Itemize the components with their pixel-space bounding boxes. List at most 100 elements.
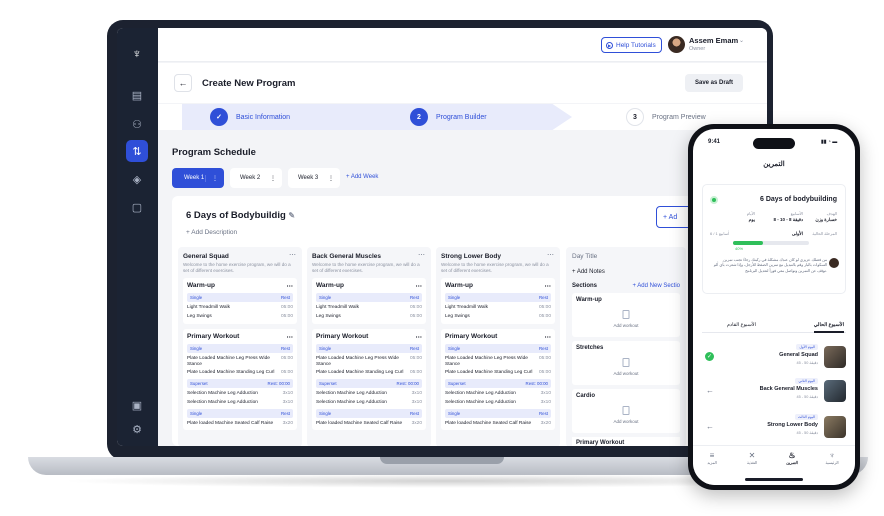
tab-week-2[interactable]: Week 2 ⋮ — [230, 168, 282, 188]
save-draft-button[interactable]: Save as Draft — [685, 74, 743, 92]
set-type-bar[interactable]: Single Rest — [316, 293, 422, 303]
exercise-row[interactable]: Plate loaded Machine Seated Calf Raise 3x… — [445, 421, 551, 427]
exercise-row[interactable]: Plate Loaded Machine Standing Leg Curl 05… — [187, 370, 293, 376]
exercise-row[interactable]: Light Treadmill Walk 05:00 — [187, 305, 293, 311]
clients-icon[interactable]: ⚇ — [126, 113, 148, 135]
superset-bar[interactable]: Superset Rest: 00:00 — [445, 379, 551, 389]
nav-more[interactable]: ≡ المزيد — [697, 451, 727, 465]
set-type-bar[interactable]: Single Rest — [445, 408, 551, 418]
section-primary: Primary Workout ⋯ Single Rest Plate Loaded… — [183, 328, 297, 431]
section-label: Warm-up — [576, 297, 602, 303]
section-primary[interactable]: Primary Workout — [572, 437, 680, 446]
program-title[interactable]: 6 Days of Bodybuildig ✎ — [186, 210, 295, 221]
step-1-label[interactable]: Basic Information — [236, 114, 290, 121]
phone-day-item[interactable]: ✓ اليوم الأول General Squad 45 - 50 دقيق… — [702, 344, 846, 372]
day-title[interactable]: Back General Muscles — [312, 253, 426, 260]
set-type-bar[interactable]: Single Rest — [316, 343, 422, 353]
add-description-button[interactable]: + Add Description — [186, 229, 237, 236]
exercise-row[interactable]: Plate Loaded Machine Standing Leg Curl 05… — [316, 370, 422, 376]
add-workout-label[interactable]: Add workout — [572, 419, 680, 424]
add-workout-label[interactable]: Add workout — [572, 323, 680, 328]
step-1-check-icon[interactable]: ✓ — [210, 108, 228, 126]
exercise-row[interactable]: Selection Machine Leg Adduction 3x10 — [316, 400, 422, 406]
nav-home[interactable]: ♆ الرئيسية — [817, 451, 847, 465]
support-icon[interactable]: ▣ — [126, 394, 148, 416]
set-type-bar[interactable]: Single Rest — [187, 408, 293, 418]
tab-current-week[interactable]: الأسبوع الحالي — [813, 322, 844, 333]
add-notes-button[interactable]: + Add Notes — [572, 269, 680, 275]
exercise-row[interactable]: Plate loaded Machine Seated Calf Raise 3x… — [316, 421, 422, 427]
phone-day-item[interactable]: ← اليوم الثاني Back General Muscles 45 -… — [702, 378, 846, 406]
exercise-row[interactable]: Leg Swings 05:00 — [316, 314, 422, 320]
exercise-row[interactable]: Selection Machine Leg Adduction 3x10 — [187, 400, 293, 406]
rest-label: Rest — [409, 410, 419, 416]
more-icon[interactable]: ⋯ — [545, 282, 552, 290]
exercise-row[interactable]: Plate Loaded Machine Leg Press Wide Stan… — [445, 356, 551, 368]
day-badge: اليوم الأول — [796, 344, 818, 350]
tab-week-1[interactable]: Week 1 ⋮ — [172, 168, 224, 188]
tab-next-week[interactable]: الأسبوع القادم — [727, 322, 756, 328]
day-title-input[interactable]: Day Title — [572, 253, 680, 260]
avatar[interactable] — [668, 36, 685, 53]
day-title[interactable]: General Squad — [183, 253, 297, 260]
week-2-menu-icon[interactable]: ⋮ — [264, 175, 282, 182]
add-section-button[interactable]: + Add New Sectio — [632, 283, 680, 289]
exercise-row[interactable]: Selection Machine Leg Adduction 3x10 — [316, 391, 422, 397]
logo-icon: ♆ — [132, 45, 142, 61]
exercise-row[interactable]: Plate Loaded Machine Leg Press Wide Stan… — [316, 356, 422, 368]
exercise-row[interactable]: Selection Machine Leg Adduction 3x10 — [445, 391, 551, 397]
exercise-row[interactable]: Plate Loaded Machine Leg Press Wide Stan… — [187, 356, 293, 368]
set-type-bar[interactable]: Single Rest — [187, 343, 293, 353]
tab-week-3[interactable]: Week 3 ⋮ — [288, 168, 340, 188]
exercise-row[interactable]: Selection Machine Leg Adduction 3x10 — [445, 400, 551, 406]
more-icon[interactable]: ⋯ — [289, 251, 296, 259]
nav-nutrition[interactable]: ✕ التغذية — [737, 451, 767, 465]
exercise-row[interactable]: Leg Swings 05:00 — [187, 314, 293, 320]
set-type-bar[interactable]: Single Rest — [316, 408, 422, 418]
add-week-button[interactable]: + Add Week — [346, 174, 378, 180]
layers-icon[interactable]: ◈ — [126, 168, 148, 190]
add-workout-label[interactable]: Add workout — [572, 371, 680, 376]
dashboard-icon[interactable]: ▤ — [126, 84, 148, 106]
exercise-row[interactable]: Selection Machine Leg Adduction 3x10 — [187, 391, 293, 397]
exercise-row[interactable]: Light Treadmill Walk 05:00 — [316, 305, 422, 311]
week-3-menu-icon[interactable]: ⋮ — [322, 175, 340, 182]
more-icon[interactable]: ⋯ — [418, 251, 425, 259]
superset-bar[interactable]: Superset Rest: 00:00 — [187, 379, 293, 389]
set-type-bar[interactable]: Single Rest — [445, 343, 551, 353]
superset-bar[interactable]: Superset Rest: 00:00 — [316, 379, 422, 389]
phone-day-item[interactable]: ← اليوم الثالث Strong Lower Body 45 - 50… — [702, 414, 846, 442]
section-warmup[interactable]: Warm-up Add workout — [572, 293, 680, 337]
exercise-row[interactable]: Light Treadmill Walk 05:00 — [445, 305, 551, 311]
exercise-row[interactable]: Leg Swings 05:00 — [445, 314, 551, 320]
set-type-bar[interactable]: Single Rest — [187, 293, 293, 303]
chevron-down-icon[interactable]: ⌄ — [739, 37, 744, 44]
step-3-number[interactable]: 3 — [626, 108, 644, 126]
more-icon[interactable]: ⋯ — [547, 251, 554, 259]
exercise-row[interactable]: Plate loaded Machine Seated Calf Raise 3x… — [187, 421, 293, 427]
more-icon[interactable]: ⋯ — [416, 333, 423, 341]
day-column: ⋯ Strong Lower Body Welcome to the home … — [436, 247, 560, 446]
help-tutorials-button[interactable]: ▶ Help Tutorials — [601, 37, 662, 53]
more-icon[interactable]: ⋯ — [545, 333, 552, 341]
more-icon[interactable]: ⋯ — [416, 282, 423, 290]
step-2-number[interactable]: 2 — [410, 108, 428, 126]
step-2-label[interactable]: Program Builder — [436, 114, 487, 121]
day-title[interactable]: Strong Lower Body — [441, 253, 555, 260]
set-type-bar[interactable]: Single Rest — [445, 293, 551, 303]
back-button[interactable]: ← — [174, 74, 192, 92]
section-cardio[interactable]: Cardio Add workout — [572, 389, 680, 433]
nutrition-icon: ✕ — [748, 451, 756, 460]
more-icon[interactable]: ⋯ — [287, 282, 294, 290]
more-icon[interactable]: ⋯ — [287, 333, 294, 341]
programs-icon[interactable]: ⇅ — [126, 140, 148, 162]
section-stretches[interactable]: Stretches Add workout — [572, 341, 680, 385]
step-3-label[interactable]: Program Preview — [652, 114, 706, 121]
week-1-menu-icon[interactable]: ⋮ — [205, 174, 224, 182]
settings-icon[interactable]: ⚙ — [126, 418, 148, 440]
edit-icon[interactable]: ✎ — [288, 211, 295, 220]
exercise-row[interactable]: Plate Loaded Machine Standing Leg Curl 05… — [445, 370, 551, 376]
nav-workout[interactable]: ♨ التمرين — [777, 451, 807, 465]
home-icon: ♆ — [829, 451, 835, 460]
chat-icon[interactable]: ▢ — [126, 196, 148, 218]
